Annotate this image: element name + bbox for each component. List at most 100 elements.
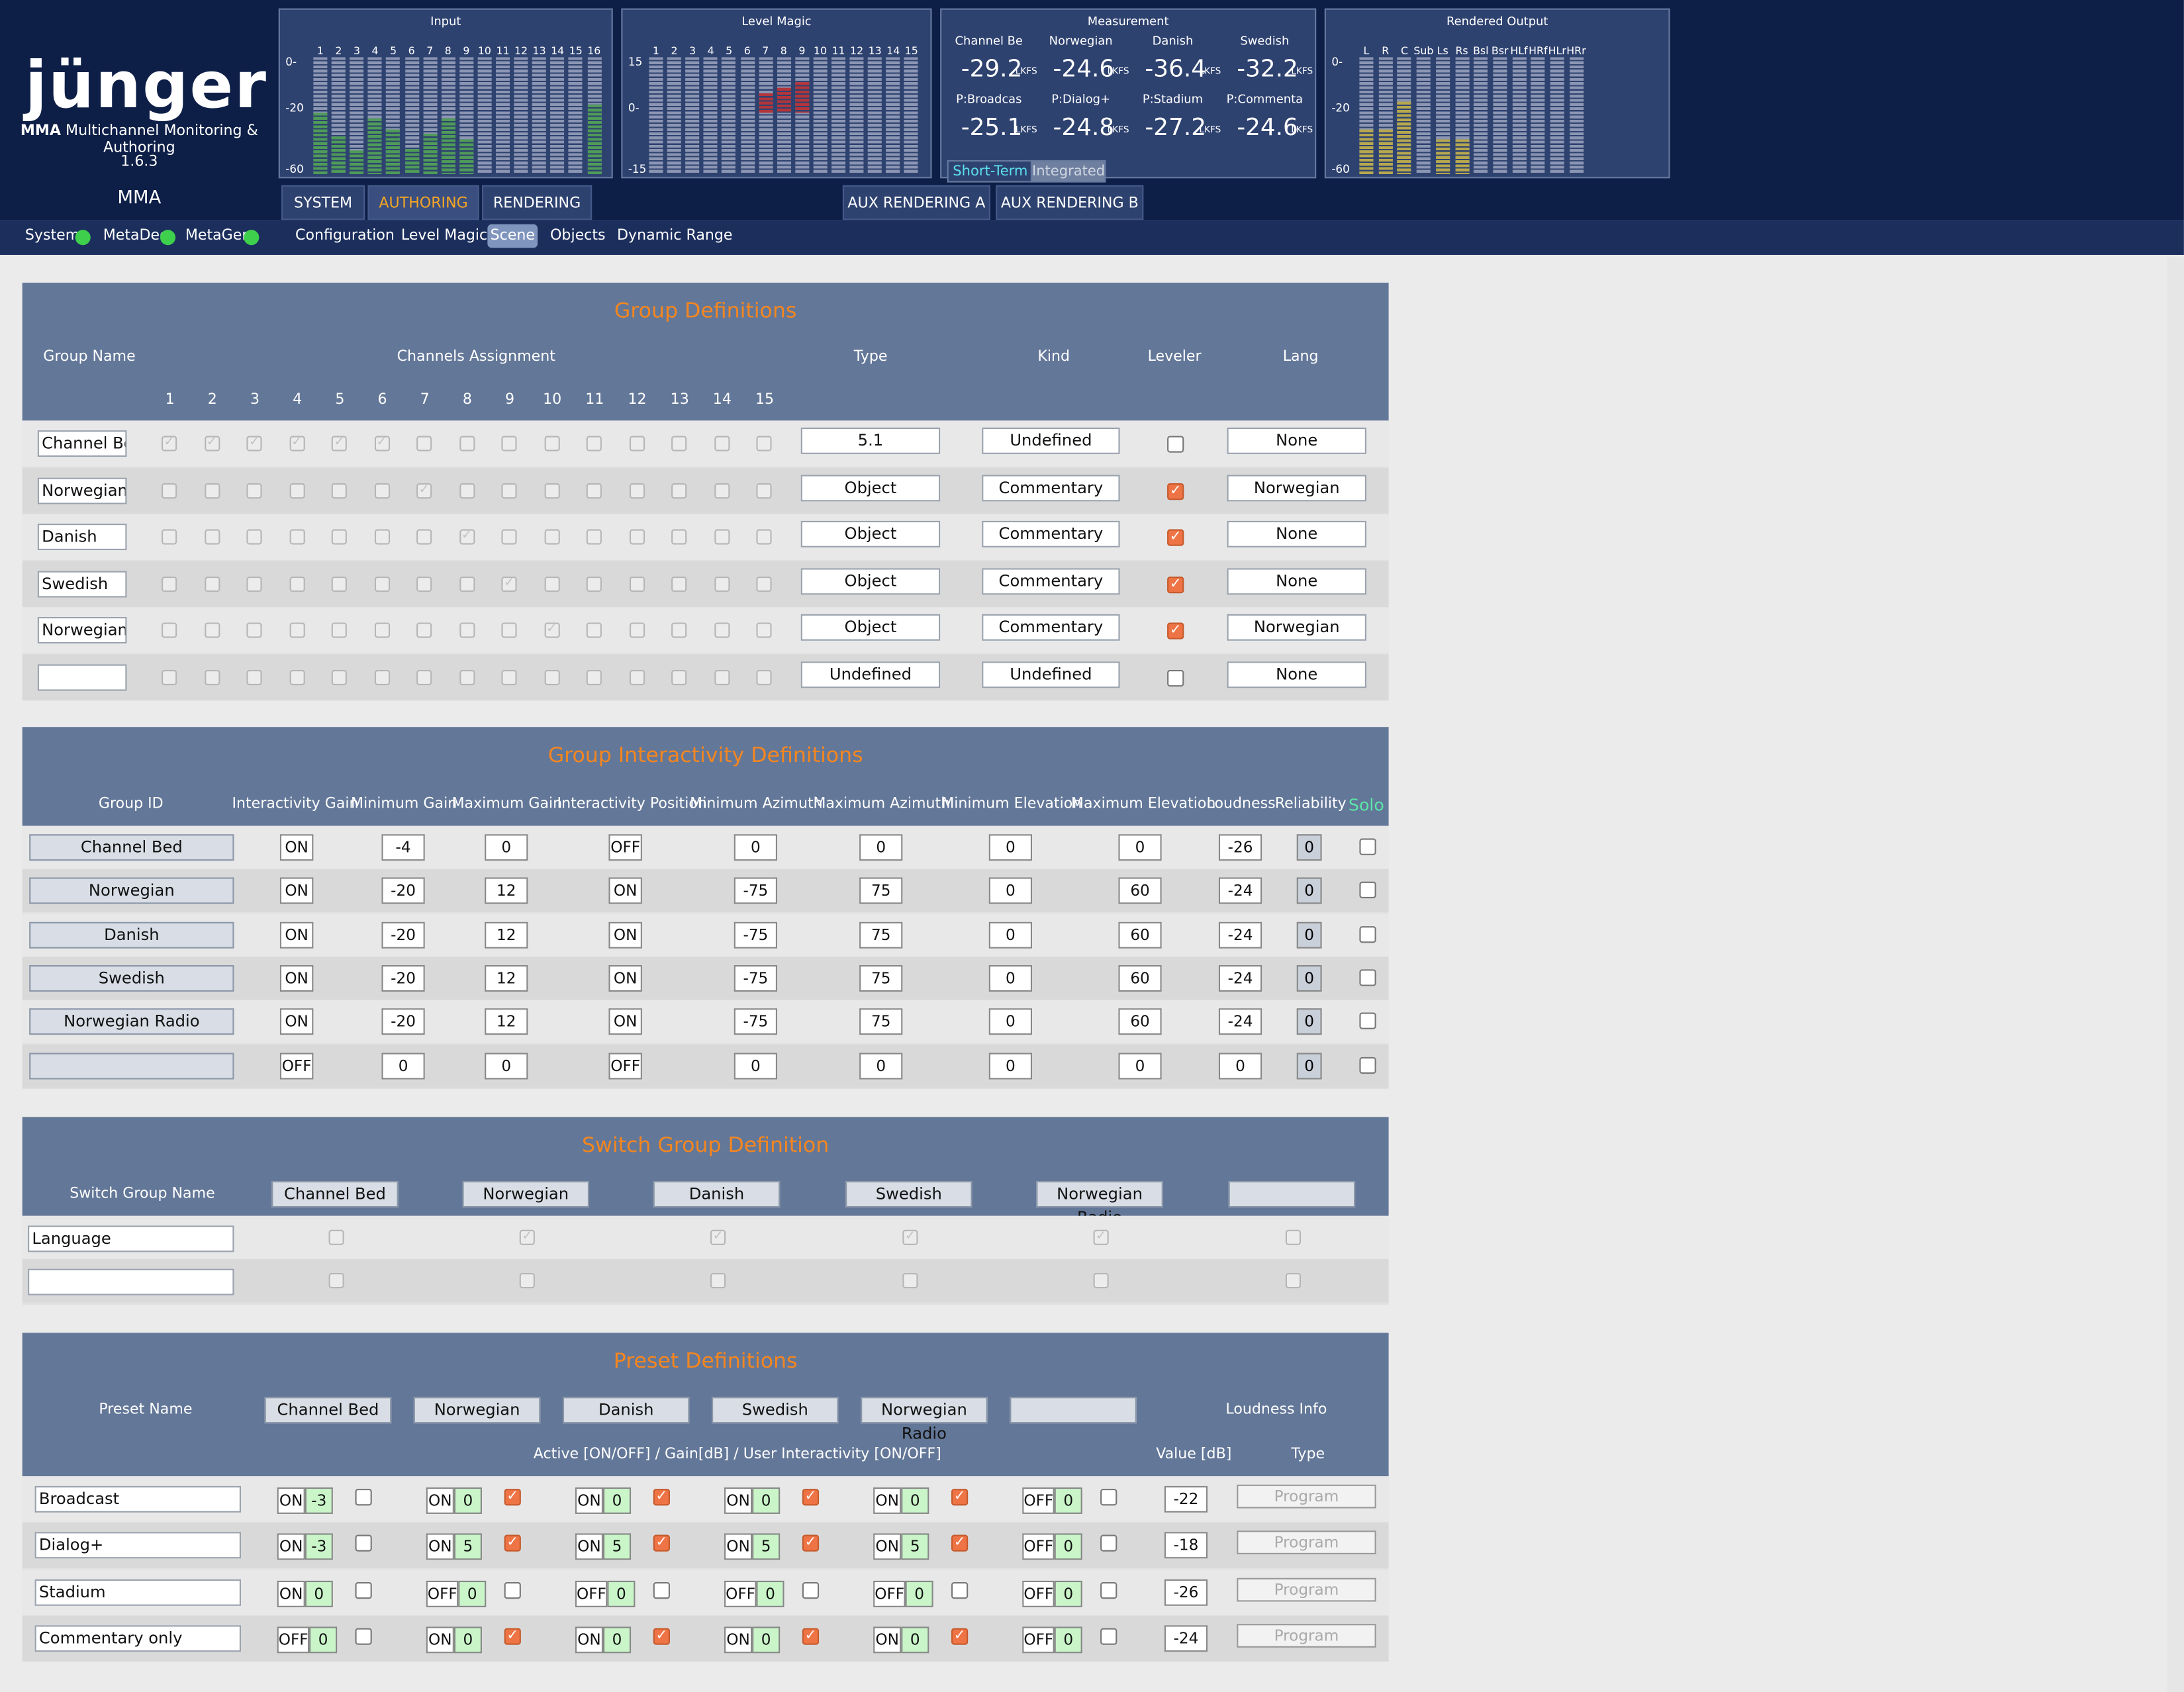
interactivity-max-az-field[interactable]: 75: [859, 878, 903, 905]
channel-assign-checkbox[interactable]: ✓: [289, 436, 305, 451]
channel-assign-checkbox[interactable]: [544, 529, 559, 545]
channel-assign-checkbox[interactable]: ✓: [416, 483, 432, 498]
preset-active-toggle[interactable]: OFF: [575, 1580, 608, 1607]
channel-assign-checkbox[interactable]: ✓: [373, 436, 390, 451]
interactivity-max-el-field[interactable]: 0: [1118, 834, 1162, 861]
preset-active-toggle[interactable]: ON: [277, 1534, 305, 1561]
loudness-value-field[interactable]: -26: [1164, 1579, 1208, 1606]
switch-group-column-button[interactable]: Danish: [653, 1181, 781, 1208]
channel-assign-checkbox[interactable]: [501, 622, 517, 638]
preset-active-toggle[interactable]: ON: [724, 1487, 753, 1514]
preset-active-toggle[interactable]: ON: [575, 1626, 603, 1654]
channel-assign-checkbox[interactable]: [628, 483, 645, 498]
preset-active-toggle[interactable]: OFF: [426, 1580, 459, 1607]
solo-checkbox[interactable]: [1359, 838, 1376, 855]
interactivity-min-az-field[interactable]: 0: [734, 1052, 777, 1079]
interactivity-igain-field[interactable]: ON: [279, 878, 314, 905]
lang-select[interactable]: None: [1227, 520, 1366, 547]
interactivity-max-el-field[interactable]: 0: [1118, 1052, 1162, 1079]
interactivity-min-el-field[interactable]: 0: [988, 1008, 1032, 1035]
interactivity-loud-field[interactable]: -24: [1218, 1008, 1262, 1035]
interactivity-min-el-field[interactable]: 0: [988, 834, 1032, 861]
channel-assign-checkbox[interactable]: [586, 622, 602, 638]
preset-gain-field[interactable]: 0: [901, 1487, 929, 1514]
preset-name-input[interactable]: Broadcast: [34, 1485, 241, 1513]
channel-assign-checkbox[interactable]: [586, 669, 602, 685]
channel-assign-checkbox[interactable]: [544, 436, 559, 451]
leveler-checkbox[interactable]: [1167, 436, 1184, 453]
tab-aux-rendering-a[interactable]: AUX RENDERING A: [842, 185, 990, 220]
channel-assign-checkbox[interactable]: [289, 483, 305, 498]
interactivity-min-az-field[interactable]: -75: [734, 1008, 777, 1035]
channel-assign-checkbox[interactable]: [714, 436, 730, 451]
preset-group-column-button[interactable]: Channel Bed: [264, 1397, 392, 1424]
channel-assign-checkbox[interactable]: [501, 669, 517, 685]
leveler-checkbox[interactable]: ✓: [1167, 622, 1184, 639]
channel-assign-checkbox[interactable]: [204, 622, 220, 638]
preset-gain-field[interactable]: 0: [607, 1580, 636, 1607]
interactivity-min-el-field[interactable]: 0: [988, 964, 1032, 992]
interactivity-loud-field[interactable]: -24: [1218, 921, 1262, 948]
channel-assign-checkbox[interactable]: [204, 483, 220, 498]
switch-group-checkbox[interactable]: ✓: [902, 1229, 918, 1245]
switch-group-checkbox[interactable]: [710, 1272, 726, 1289]
group-name-input[interactable]: [37, 663, 127, 690]
interactivity-max-gain-field[interactable]: 12: [485, 878, 528, 905]
switch-group-column-button[interactable]: Norwegian: [462, 1181, 589, 1208]
preset-active-toggle[interactable]: ON: [277, 1487, 305, 1514]
channel-assign-checkbox[interactable]: [671, 436, 687, 451]
type-select[interactable]: Undefined: [800, 661, 941, 688]
preset-interactivity-checkbox[interactable]: [504, 1581, 521, 1599]
channel-assign-checkbox[interactable]: [162, 529, 177, 545]
channel-assign-checkbox[interactable]: [628, 622, 645, 638]
preset-gain-field[interactable]: 0: [602, 1626, 632, 1654]
preset-interactivity-checkbox[interactable]: [355, 1581, 372, 1599]
group-name-input[interactable]: Norwegian ...: [37, 617, 127, 644]
reliability-field[interactable]: 0: [1296, 964, 1322, 992]
channel-assign-checkbox[interactable]: [204, 669, 220, 685]
loudness-type-select[interactable]: Program: [1237, 1484, 1376, 1509]
tab-rendering[interactable]: RENDERING: [481, 185, 593, 220]
channel-assign-checkbox[interactable]: [586, 575, 602, 592]
loudness-type-select[interactable]: Program: [1237, 1624, 1376, 1648]
interactivity-min-gain-field[interactable]: -20: [381, 878, 425, 905]
solo-checkbox[interactable]: [1359, 969, 1376, 986]
preset-gain-field[interactable]: 0: [1054, 1534, 1082, 1561]
channel-assign-checkbox[interactable]: [756, 483, 772, 498]
preset-active-toggle[interactable]: OFF: [873, 1580, 906, 1607]
loudness-value-field[interactable]: -24: [1164, 1625, 1208, 1652]
preset-interactivity-checkbox[interactable]: ✓: [504, 1535, 521, 1552]
channel-assign-checkbox[interactable]: [373, 575, 390, 592]
interactivity-max-el-field[interactable]: 60: [1118, 878, 1162, 905]
switch-group-checkbox[interactable]: ✓: [519, 1229, 535, 1245]
interactivity-min-az-field[interactable]: -75: [734, 964, 777, 992]
preset-gain-field[interactable]: 0: [752, 1487, 781, 1514]
channel-assign-checkbox[interactable]: [331, 622, 347, 638]
preset-interactivity-checkbox[interactable]: ✓: [951, 1535, 969, 1552]
channel-assign-checkbox[interactable]: [416, 529, 432, 545]
lang-select[interactable]: Norwegian: [1227, 614, 1366, 641]
preset-name-input[interactable]: Dialog+: [34, 1532, 241, 1560]
interactivity-max-gain-field[interactable]: 0: [485, 1052, 528, 1079]
preset-interactivity-checkbox[interactable]: ✓: [504, 1628, 521, 1646]
channel-assign-checkbox[interactable]: [459, 669, 475, 685]
group-name-input[interactable]: Channel Bed: [37, 430, 127, 457]
preset-active-toggle[interactable]: OFF: [724, 1580, 757, 1607]
preset-gain-field[interactable]: 0: [1054, 1580, 1082, 1607]
interactivity-ipos-field[interactable]: ON: [608, 878, 642, 905]
channel-assign-checkbox[interactable]: [331, 669, 347, 685]
preset-active-toggle[interactable]: ON: [277, 1580, 305, 1607]
loudness-value-field[interactable]: -22: [1164, 1485, 1208, 1513]
type-select[interactable]: 5.1: [800, 427, 941, 454]
group-name-input[interactable]: Norwegian: [37, 477, 127, 504]
interactivity-min-gain-field[interactable]: -20: [381, 921, 425, 948]
preset-gain-field[interactable]: -3: [305, 1487, 333, 1514]
group-name-input[interactable]: Swedish: [37, 570, 127, 597]
channel-assign-checkbox[interactable]: [714, 483, 730, 498]
preset-group-column-button[interactable]: Danish: [562, 1397, 690, 1424]
preset-name-input[interactable]: Stadium: [34, 1579, 241, 1606]
preset-interactivity-checkbox[interactable]: ✓: [653, 1628, 670, 1646]
channel-assign-checkbox[interactable]: ✓: [204, 436, 220, 451]
type-select[interactable]: Object: [800, 474, 941, 501]
leveler-checkbox[interactable]: ✓: [1167, 529, 1184, 546]
